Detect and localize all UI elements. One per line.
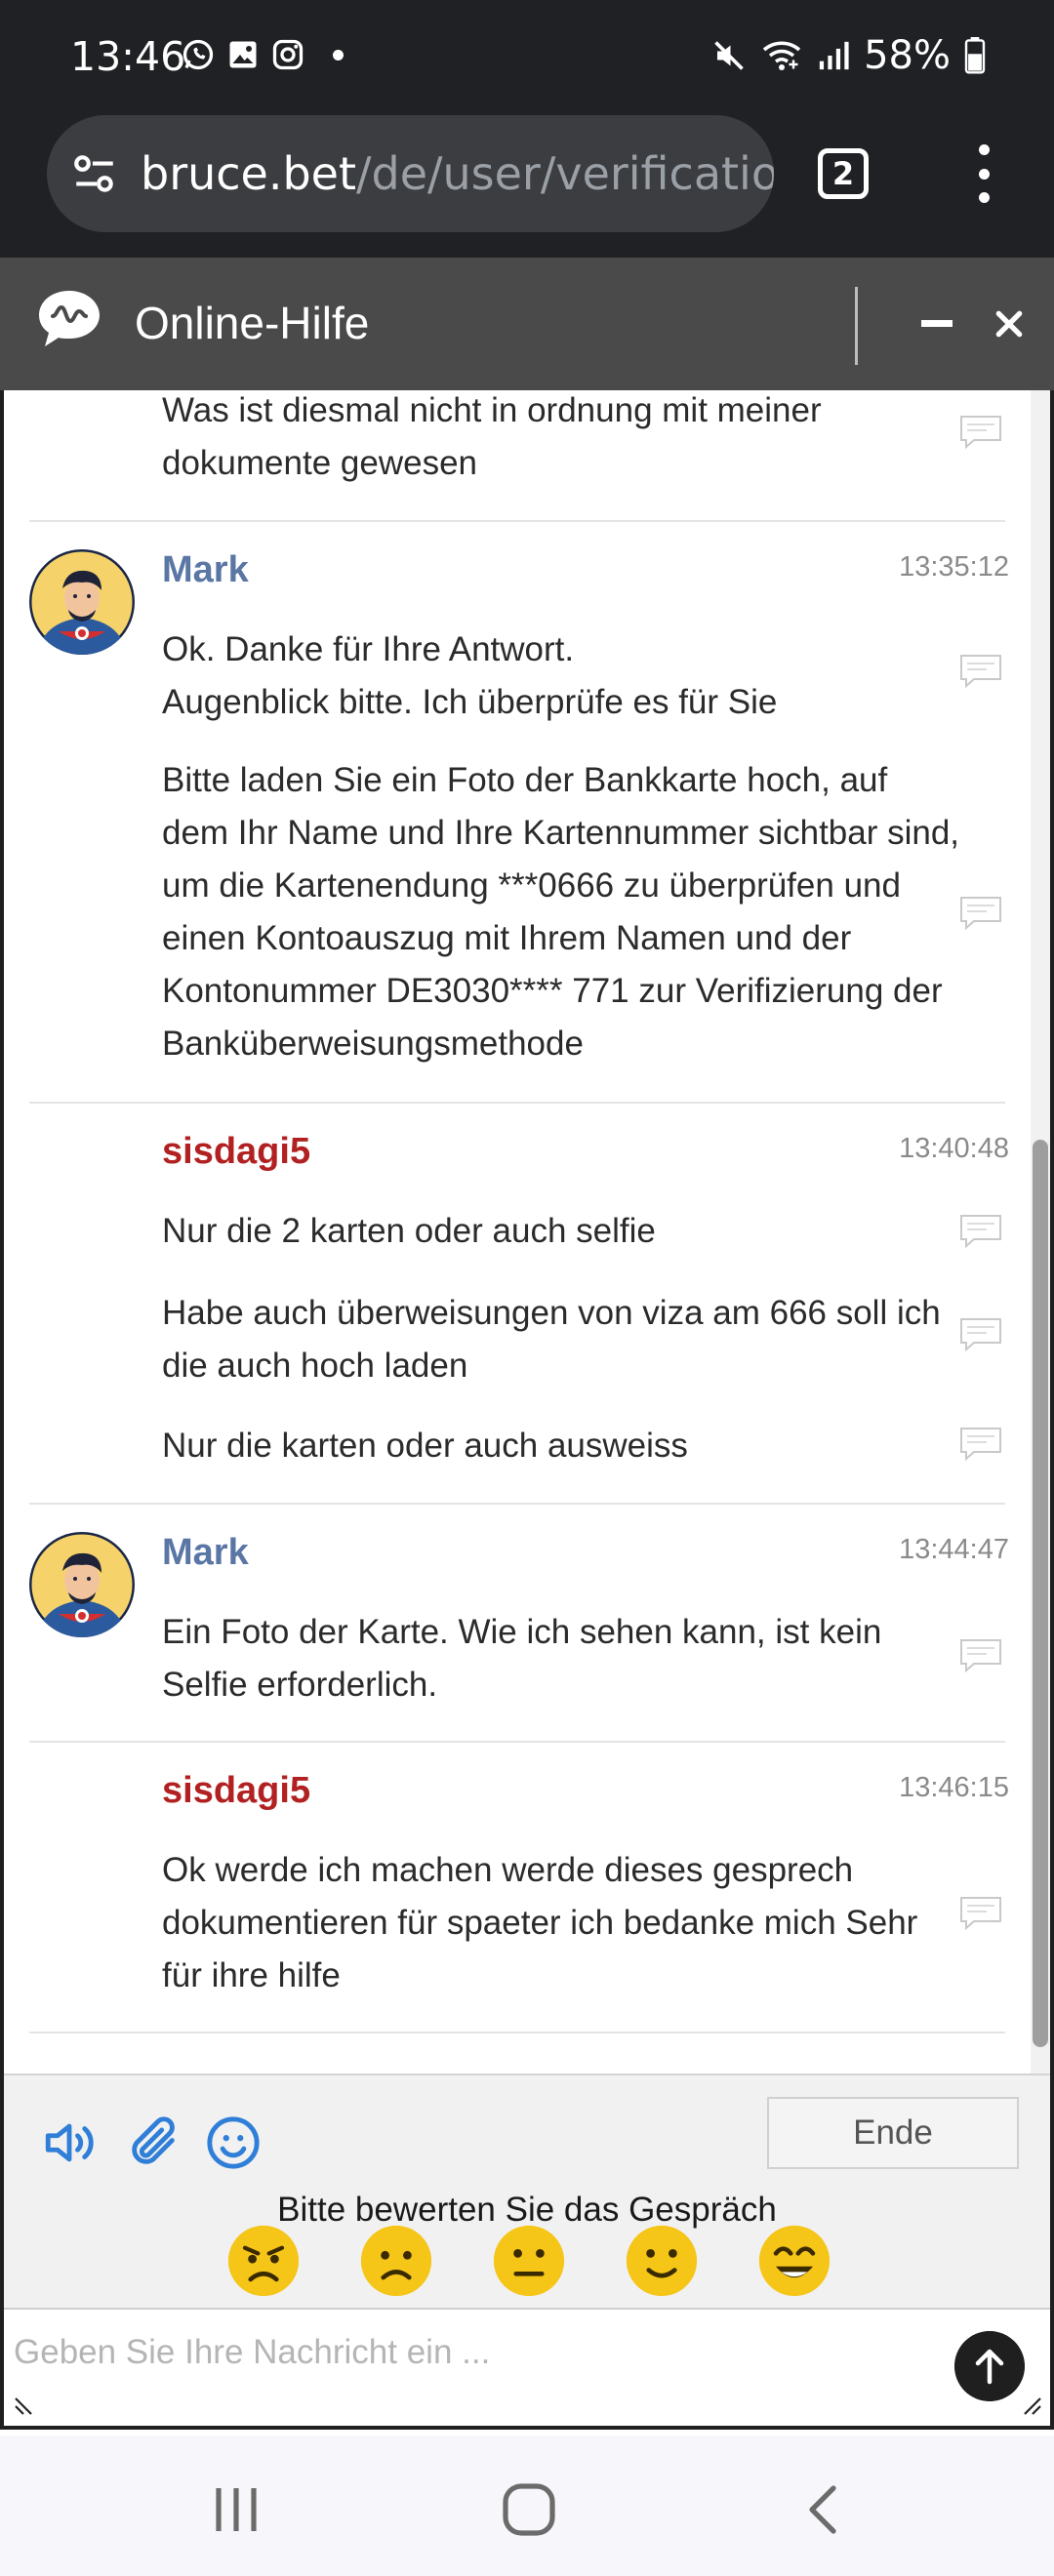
message-group: Mark 13:44:47 Ein Foto der Karte. Wie ic…	[29, 1532, 1009, 1737]
chat-logo-icon	[39, 291, 100, 346]
message-text: Was ist diesmal nicht in ordnung mit mei…	[162, 391, 822, 482]
address-bar[interactable]: bruce.bet/de/user/verification	[47, 115, 774, 232]
message-time: 13:44:47	[899, 1534, 1009, 1565]
message-time: 13:46:15	[899, 1772, 1009, 1803]
chat-header: Online-Hilfe	[0, 258, 1054, 390]
message-input[interactable]	[14, 2323, 931, 2382]
agent-avatar	[29, 549, 135, 655]
site-settings-icon[interactable]	[70, 149, 119, 198]
sad-face-icon[interactable]	[359, 2224, 433, 2298]
resize-handle-left-icon[interactable]	[14, 2393, 37, 2416]
chat-bubble-icon	[960, 1639, 1001, 1673]
message-text: Ok. Danke für Ihre Antwort. Augenblick b…	[162, 630, 778, 721]
message-list[interactable]: Was ist diesmal nicht in ordnung mit mei…	[4, 390, 1029, 2073]
message-group: Mark 13:35:12 Ok. Danke für Ihre Antwort…	[29, 549, 1009, 1102]
home-icon[interactable]	[500, 2480, 558, 2539]
divider	[29, 1741, 1005, 1743]
message-time: 13:40:48	[899, 1133, 1009, 1164]
battery-percent: 58%	[864, 33, 951, 78]
notification-icons	[181, 37, 344, 72]
divider	[29, 2032, 1005, 2033]
chat-bubble-icon	[960, 1428, 1001, 1462]
message-text: Bitte laden Sie ein Foto der Bankkarte h…	[162, 761, 960, 1063]
url-path: /de/user/verification	[356, 147, 774, 200]
chat-bubble-icon	[960, 416, 1001, 450]
gallery-icon	[229, 41, 257, 68]
slight-smile-icon[interactable]	[625, 2224, 699, 2298]
header-divider	[855, 287, 858, 365]
chat-bubble-icon	[960, 1897, 1001, 1931]
browser-menu-button[interactable]	[972, 144, 995, 203]
message-author: Mark	[162, 549, 249, 590]
back-icon[interactable]	[796, 2480, 855, 2539]
message-text: Nur die 2 karten oder auch selfie	[162, 1212, 656, 1250]
message-time: 13:35:12	[899, 551, 1009, 583]
close-icon[interactable]	[993, 308, 1025, 340]
mute-icon	[714, 41, 744, 70]
wifi-icon	[762, 41, 801, 70]
browser-toolbar: bruce.bet/de/user/verification 2	[0, 115, 1054, 258]
minimize-button[interactable]	[921, 320, 962, 330]
message-group: Was ist diesmal nicht in ordnung mit mei…	[29, 390, 1009, 517]
battery-icon	[964, 37, 986, 74]
end-chat-button[interactable]: Ende	[767, 2097, 1019, 2169]
divider	[29, 520, 1005, 522]
divider	[29, 1102, 1005, 1104]
attachment-icon[interactable]	[125, 2114, 182, 2171]
message-group: sisdagi5 13:46:15 Ok werde ich machen we…	[29, 1770, 1009, 2024]
url-host: bruce.bet	[141, 147, 357, 200]
neutral-face-icon[interactable]	[492, 2224, 566, 2298]
tab-switcher-button[interactable]: 2	[818, 148, 869, 199]
chat-title: Online-Hilfe	[135, 298, 370, 348]
agent-avatar	[29, 1532, 135, 1637]
divider	[29, 1503, 1005, 1505]
scrollbar-thumb[interactable]	[1033, 1140, 1048, 2047]
resize-handle-right-icon[interactable]	[1019, 2393, 1042, 2416]
instagram-icon	[272, 39, 304, 70]
signal-icon	[819, 41, 849, 70]
chat-bubble-icon	[960, 897, 1001, 931]
message-text: Ok werde ich machen werde dieses gesprec…	[162, 1851, 918, 1994]
message-text: Nur die karten oder auch ausweiss	[162, 1427, 688, 1465]
message-author: sisdagi5	[162, 1770, 311, 1811]
url-text[interactable]: bruce.bet/de/user/verification	[141, 147, 774, 200]
chat-bubble-icon	[960, 1318, 1001, 1352]
send-button[interactable]	[954, 2331, 1025, 2401]
sound-icon[interactable]	[41, 2114, 98, 2171]
message-author: Mark	[162, 1532, 249, 1573]
rating-options	[226, 2224, 831, 2298]
system-icons: 58%	[711, 33, 986, 78]
whatsapp-icon	[182, 39, 214, 70]
message-author: sisdagi5	[162, 1131, 311, 1172]
message-group: sisdagi5 13:40:48 Nur die 2 karten oder …	[29, 1131, 1009, 1482]
angry-face-icon[interactable]	[226, 2224, 301, 2298]
chat-window: Was ist diesmal nicht in ordnung mit mei…	[0, 390, 1054, 2430]
android-nav-bar	[0, 2435, 1054, 2576]
chat-bubble-icon	[960, 655, 1001, 689]
chat-bubble-icon	[960, 1215, 1001, 1249]
message-input-area	[4, 2308, 1050, 2426]
status-bar: 13:46 58%	[0, 0, 1054, 115]
recent-apps-icon[interactable]	[207, 2480, 265, 2539]
message-text: Habe auch überweisungen von viza am 666 …	[162, 1294, 941, 1385]
status-time: 13:46	[70, 33, 186, 80]
chat-toolbar: Ende Bitte bewerten Sie das Gespräch	[4, 2073, 1050, 2308]
message-text: Ein Foto der Karte. Wie ich sehen kann, …	[162, 1613, 882, 1704]
happy-face-icon[interactable]	[757, 2224, 831, 2298]
more-notifications-dot	[333, 49, 344, 60]
emoji-picker-icon[interactable]	[205, 2114, 262, 2171]
